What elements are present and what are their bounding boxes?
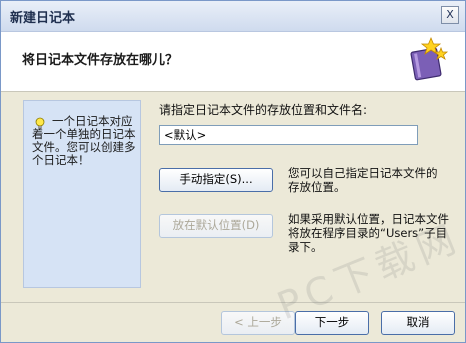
close-button[interactable]: X [441,6,459,24]
manual-specify-button[interactable]: 手动指定(S)... [159,168,273,192]
title-bar[interactable]: 新建日记本 X [1,1,465,32]
next-button[interactable]: 下一步 [295,311,369,335]
path-input[interactable] [159,125,418,145]
manual-description: 您可以自己指定日记本文件的存放位置。 [288,166,438,194]
close-icon: X [446,8,454,21]
default-location-button[interactable]: 放在默认位置(D) [159,214,273,238]
back-button[interactable]: < 上一步 [221,311,295,335]
cancel-button[interactable]: 取消 [381,311,455,335]
hint-text: 一个日记本对应着一个单独的日记本文件。您可以创建多个日记本！ [32,114,136,167]
window-title: 新建日记本 [10,11,76,26]
footer-divider [1,302,465,303]
diary-book-icon [410,36,449,81]
header-question: 将日记本文件存放在哪儿？ [22,53,179,68]
hint-panel: 一个日记本对应着一个单独的日记本文件。您可以创建多个日记本！ [23,100,141,288]
path-label: 请指定日记本文件的存放位置和文件名: [159,103,368,117]
default-description: 如果采用默认位置，日记本文件将放在程序目录的“Users”子目录下。 [288,212,449,254]
header-panel: 将日记本文件存放在哪儿？ [1,32,465,92]
dialog-window: 新建日记本 X 将日记本文件存放在哪儿？ 一个日记本对应着一个单独的日记本文件。… [0,0,466,343]
